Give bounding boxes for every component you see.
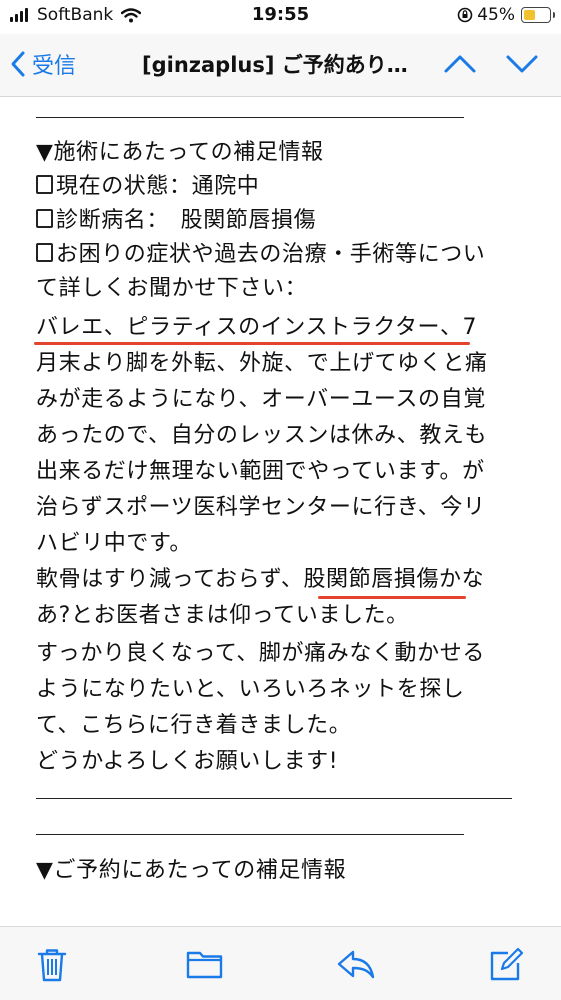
section-heading: ▼施術にあたっての補足情報 xyxy=(36,140,324,165)
current-state-line: 現在の状態：通院中 xyxy=(36,170,259,204)
nav-bar: 受信 [ginzaplus] ご予約あり… xyxy=(0,34,561,97)
section-heading: ▼ご予約にあたっての補足情報 xyxy=(36,858,347,883)
previous-message-button[interactable] xyxy=(443,51,477,77)
answer-line: バレエ、ピラティスのインストラクター、7 xyxy=(36,315,478,340)
answer-line: どうかよろしくお願いします! xyxy=(36,749,339,774)
answer-line: 軟骨はすり減っておらず、股関節唇損傷かな xyxy=(36,567,485,592)
divider xyxy=(36,798,512,799)
reply-icon[interactable] xyxy=(336,947,376,981)
status-bar: SoftBank 19:55 45% xyxy=(0,0,561,34)
mail-screen: SoftBank 19:55 45% 受信 [ginzaplus] ご予約あり…… xyxy=(0,0,561,1000)
message-body[interactable]: ▼施術にあたっての補足情報 現在の状態：通院中 診断病名： 股関節唇損傷 お困り… xyxy=(0,96,561,926)
chevron-left-icon xyxy=(11,51,25,77)
checkbox-icon xyxy=(36,209,53,228)
battery-icon xyxy=(521,7,555,23)
answer-line: 治らずスポーツ医科学センターに行き、今リ xyxy=(36,495,486,520)
highlight-underline xyxy=(34,342,470,345)
folder-icon[interactable] xyxy=(186,947,224,981)
orientation-lock-icon xyxy=(457,7,473,23)
divider xyxy=(36,834,464,835)
checkbox-icon xyxy=(36,175,53,194)
compose-icon[interactable] xyxy=(488,947,524,983)
message-subject: [ginzaplus] ご予約あり… xyxy=(142,53,408,77)
answer-line: 月末より脚を外転、外旋、で上げてゆくと痛 xyxy=(36,351,488,376)
answer-line: みが走るようになり、オーバーユースの自覚 xyxy=(36,387,486,412)
back-label: 受信 xyxy=(32,54,77,79)
answer-line: 出来るだけ無理ない範囲でやっています。が xyxy=(36,459,485,484)
answer-line: て、こちらに行き着きました。 xyxy=(36,713,352,738)
diagnosis-line: 診断病名： 股関節唇損傷 xyxy=(36,204,316,238)
trash-icon[interactable] xyxy=(36,947,68,983)
checkbox-icon xyxy=(36,243,53,262)
bottom-toolbar xyxy=(0,926,561,1000)
battery-percent: 45% xyxy=(477,5,515,25)
divider xyxy=(36,117,464,118)
answer-line: あ?とお医者さまは仰っていました。 xyxy=(36,603,409,628)
symptoms-question-line: て詳しくお聞かせ下さい： xyxy=(36,276,308,301)
answer-line: ハビリ中です。 xyxy=(36,531,193,556)
answer-line: すっかり良くなって、脚が痛みなく動かせる xyxy=(36,641,485,666)
symptoms-question-line: お困りの症状や過去の治療・手術等につい xyxy=(36,238,485,272)
answer-line: ようになりたいと、いろいろネットを探し xyxy=(36,677,465,702)
answer-line: あったので、自分のレッスンは休み、教えも xyxy=(36,423,488,448)
next-message-button[interactable] xyxy=(505,51,539,77)
back-button[interactable]: 受信 xyxy=(10,48,76,80)
battery-fill xyxy=(524,10,535,20)
